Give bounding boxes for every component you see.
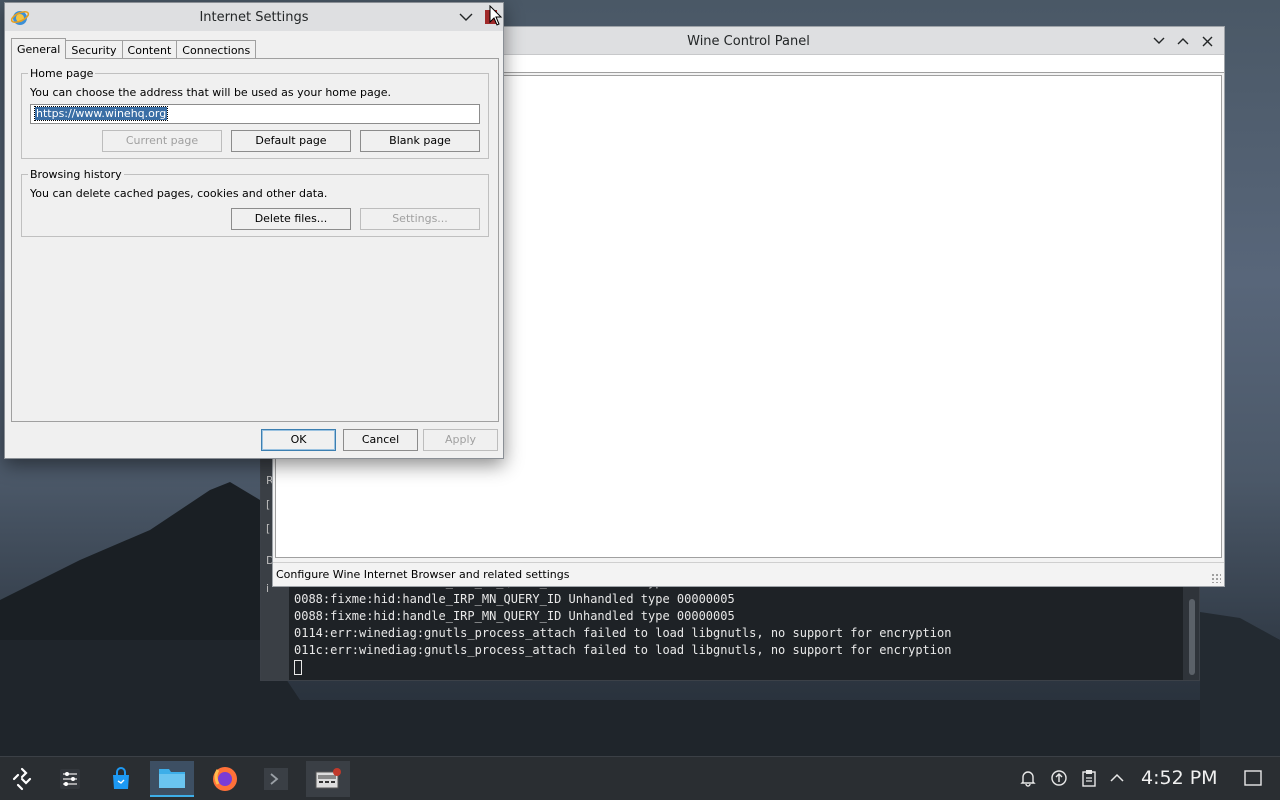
clipboard-glyph-icon [1082, 770, 1096, 787]
clock[interactable]: 4:52 PM [1141, 767, 1218, 789]
blank-page-button[interactable]: Blank page [360, 130, 480, 152]
terminal-prompt[interactable] [294, 659, 1179, 676]
chevron-up-icon [1110, 773, 1124, 782]
terminal-icon [264, 768, 288, 790]
terminal-line: 0088:fixme:hid:handle_IRP_MN_QUERY_ID Un… [294, 592, 735, 606]
side-label: i [266, 582, 270, 595]
tab-general[interactable]: General [11, 38, 67, 59]
update-arrow-icon [1051, 770, 1067, 786]
home-page-description: You can choose the address that will be … [30, 86, 391, 99]
wine-control-panel-button[interactable] [306, 761, 350, 797]
alarm-bell-icon [1020, 771, 1036, 787]
default-page-button[interactable]: Default page [231, 130, 351, 152]
side-label: [ [266, 522, 271, 535]
home-page-group: Home page You can choose the address tha… [21, 67, 489, 159]
system-settings-button[interactable] [48, 761, 92, 797]
terminal-line: 011c:err:winediag:gnutls_process_attach … [294, 643, 952, 657]
maximize-button[interactable] [1174, 32, 1192, 50]
browsing-history-description: You can delete cached pages, cookies and… [30, 187, 328, 200]
update-notifier-icon[interactable] [1049, 768, 1069, 788]
discover-store-button[interactable] [99, 761, 143, 797]
show-desktop-button[interactable] [1243, 768, 1263, 788]
mouse-pointer-icon [489, 5, 503, 26]
minimize-button[interactable] [1150, 32, 1168, 50]
cancel-button[interactable]: Cancel [343, 429, 418, 451]
status-bar: Configure Wine Internet Browser and rela… [273, 562, 1224, 586]
apply-button[interactable]: Apply [423, 429, 498, 451]
resize-grip[interactable] [1211, 573, 1221, 583]
dialog-titlebar[interactable]: Internet Settings [5, 3, 503, 31]
general-tab-panel: Home page You can choose the address tha… [11, 58, 499, 422]
firefox-icon [213, 767, 237, 791]
terminal-scrollbar[interactable] [1189, 599, 1195, 675]
delete-files-button[interactable]: Delete files... [231, 208, 351, 230]
dialog-title: Internet Settings [199, 10, 309, 25]
history-settings-button[interactable]: Settings... [360, 208, 480, 230]
tab-content[interactable]: Content [121, 40, 178, 59]
firefox-button[interactable] [203, 761, 247, 797]
side-label: [ [266, 498, 271, 511]
close-button[interactable] [1198, 32, 1216, 50]
steamdeck-launcher-icon [12, 767, 32, 791]
home-page-address-input[interactable]: https://www.winehq.org [30, 104, 480, 124]
control-panel-icon [315, 768, 341, 789]
browsing-history-group: Browsing history You can delete cached p… [21, 168, 489, 237]
notifications-icon[interactable] [1018, 768, 1038, 788]
close-icon [1202, 36, 1212, 46]
application-launcher-button[interactable] [0, 761, 44, 797]
tab-bar: General Security Content Connections [11, 38, 257, 59]
chevron-up-icon [1177, 38, 1189, 45]
konsole-button[interactable] [254, 761, 298, 797]
minimize-button[interactable] [457, 8, 475, 26]
terminal-line: 0088:fixme:hid:handle_IRP_MN_QUERY_ID Un… [294, 609, 735, 623]
show-desktop-icon [1244, 770, 1262, 786]
chevron-down-icon [459, 13, 473, 21]
terminal-line: 0114:err:winediag:gnutls_process_attach … [294, 626, 952, 640]
terminal-output[interactable]: 0088:fixme:hid:handle_IRP_MN_QUERY_ID Un… [289, 576, 1183, 680]
ok-button[interactable]: OK [261, 429, 336, 451]
tab-connections[interactable]: Connections [176, 40, 257, 59]
current-page-button[interactable]: Current page [102, 130, 222, 152]
internet-settings-dialog[interactable]: Internet Settings General Security Conte… [4, 2, 504, 459]
browsing-history-group-title: Browsing history [28, 168, 124, 181]
status-text: Configure Wine Internet Browser and rela… [276, 568, 570, 581]
tab-security[interactable]: Security [65, 40, 123, 59]
shopping-bag-icon [113, 767, 129, 789]
folder-icon [159, 769, 185, 788]
file-manager-button[interactable] [150, 761, 194, 797]
address-text: https://www.winehq.org [33, 106, 169, 121]
chevron-down-icon [1153, 37, 1165, 44]
clipboard-icon[interactable] [1079, 768, 1099, 788]
taskbar: 4:52 PM [0, 756, 1280, 800]
show-hidden-tray-button[interactable] [1107, 768, 1127, 788]
home-page-group-title: Home page [28, 67, 96, 80]
settings-sliders-icon [60, 769, 80, 789]
terminal-cursor [294, 660, 302, 675]
